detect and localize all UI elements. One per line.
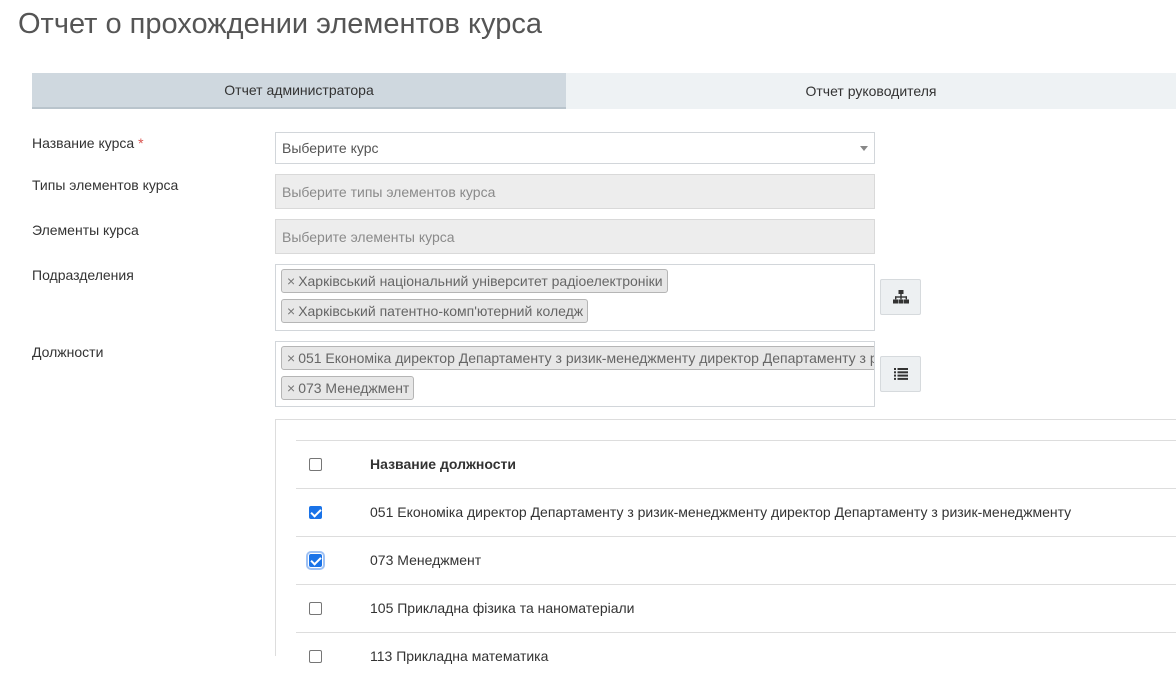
- table-header-row: Название должности: [296, 440, 1176, 488]
- table-row: 051 Економіка директор Департаменту з ри…: [296, 488, 1176, 536]
- positions-table: Название должности 051 Економіка директо…: [296, 440, 1176, 680]
- divisions-multiselect[interactable]: × Харківський національний університет ра…: [275, 264, 875, 331]
- chip-remove-icon[interactable]: ×: [287, 303, 295, 319]
- list-icon: [893, 368, 908, 380]
- element-types-placeholder: Выберите типы элементов курса: [282, 184, 496, 200]
- row-checkbox[interactable]: [306, 551, 325, 570]
- position-name-cell: 113 Прикладна математика: [370, 648, 549, 664]
- division-chip: × Харківський патентно-комп'ютерний колед…: [281, 299, 589, 323]
- elements-select: Выберите элементы курса: [275, 219, 875, 254]
- row-checkbox[interactable]: [309, 506, 322, 519]
- positions-multiselect[interactable]: × 051 Економіка директор Департаменту з р…: [275, 341, 875, 407]
- course-name-label-text: Название курса: [32, 135, 135, 151]
- elements-placeholder: Выберите элементы курса: [282, 229, 455, 245]
- position-chip: × 051 Економіка директор Департаменту з р…: [281, 346, 874, 370]
- divisions-label: Подразделения: [32, 267, 134, 283]
- course-select[interactable]: Выберите курс: [275, 132, 875, 164]
- position-name-cell: 051 Економіка директор Департаменту з ри…: [370, 504, 1072, 520]
- course-name-label: Название курса *: [32, 135, 144, 151]
- chevron-down-icon: [860, 146, 868, 151]
- page-title: Отчет о прохождении элементов курса: [18, 8, 542, 40]
- positions-label: Должности: [32, 344, 104, 360]
- row-checkbox[interactable]: [309, 650, 322, 663]
- chip-remove-icon[interactable]: ×: [287, 380, 295, 396]
- position-name-cell: 105 Прикладна фізика та наноматеріали: [370, 600, 635, 616]
- elements-label: Элементы курса: [32, 222, 139, 238]
- element-types-label: Типы элементов курса: [32, 177, 179, 193]
- positions-table-panel: Название должности 051 Економіка директо…: [275, 419, 1176, 664]
- position-chip-label: 073 Менеджмент: [298, 380, 410, 396]
- select-all-checkbox[interactable]: [309, 458, 322, 471]
- tab-manager-report[interactable]: Отчет руководителя: [566, 73, 1176, 109]
- table-row: 113 Прикладна математика: [296, 632, 1176, 680]
- position-chip-label: 051 Економіка директор Департаменту з ри…: [298, 350, 874, 366]
- required-star: *: [138, 135, 144, 151]
- sitemap-icon: [892, 290, 909, 304]
- division-chip-label: Харківський національний університет рад…: [298, 273, 663, 289]
- tab-admin-report[interactable]: Отчет администратора: [32, 73, 566, 109]
- column-header-position-name: Название должности: [370, 456, 516, 472]
- row-checkbox[interactable]: [309, 602, 322, 615]
- division-chip-label: Харківський патентно-комп'ютерний коледж: [298, 303, 584, 319]
- element-types-select: Выберите типы элементов курса: [275, 174, 875, 209]
- chip-remove-icon[interactable]: ×: [287, 350, 295, 366]
- positions-list-button[interactable]: [880, 356, 921, 392]
- chip-remove-icon[interactable]: ×: [287, 273, 295, 289]
- report-tabs: Отчет администратора Отчет руководителя: [32, 73, 1176, 109]
- divisions-tree-button[interactable]: [880, 279, 921, 315]
- division-chip: × Харківський національний університет ра…: [281, 269, 668, 293]
- table-row: 073 Менеджмент: [296, 536, 1176, 584]
- position-name-cell: 073 Менеджмент: [370, 552, 482, 568]
- table-row: 105 Прикладна фізика та наноматеріали: [296, 584, 1176, 632]
- position-chip: × 073 Менеджмент: [281, 376, 415, 400]
- course-select-placeholder: Выберите курс: [282, 140, 379, 156]
